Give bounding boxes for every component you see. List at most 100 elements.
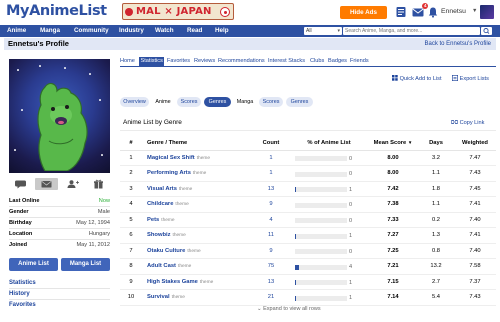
subtab-anime-scores[interactable]: Scores [177,97,201,107]
genre-cell: Pets theme [142,212,252,228]
search-button[interactable] [481,27,492,35]
tab-interest-stacks[interactable]: Interest Stacks [268,57,305,66]
mail-icon[interactable]: 4 [412,3,428,18]
days-cell: 2.7 [418,274,454,290]
genre-link[interactable]: Pets [147,217,159,223]
row-rank: 8 [120,258,142,275]
gift-icon[interactable] [87,178,110,190]
count-link[interactable]: 11 [268,232,274,238]
column-header-mean-score[interactable]: Mean Score ▼ [368,136,418,151]
copy-link-button[interactable]: Copy Link [450,119,484,126]
tab-clubs[interactable]: Clubs [310,57,324,66]
table-row: 5 Pets theme 4 0 7.33 0.2 7.40 [120,212,496,228]
sidebar-link-history[interactable]: History [9,291,30,297]
genre-link[interactable]: Otaku Culture [147,248,185,254]
site-logo[interactable]: MyAnimeList [6,3,107,19]
genre-type-tag: theme [178,186,193,192]
tab-statistics[interactable]: Statistics [139,57,165,66]
row-rank: 10 [120,289,142,306]
subtab-manga-genres[interactable]: Genres [286,97,313,107]
tab-favorites[interactable]: Favorites [167,57,190,66]
subtab-anime-genres[interactable]: Genres [204,97,231,107]
nav-item-industry[interactable]: Industry [119,25,144,37]
add-friend-icon[interactable] [61,178,84,190]
genre-link[interactable]: Survival [147,294,170,300]
subtab-manga-scores[interactable]: Scores [259,97,283,107]
nav-item-read[interactable]: Read [187,25,202,37]
search-scope-select[interactable]: All ▾ [304,27,342,35]
genre-link[interactable]: Childcare [147,201,173,207]
avatar[interactable] [480,5,494,19]
genre-type-tag: theme [175,202,189,208]
sidebar-link-favorites[interactable]: Favorites [9,302,36,308]
count-link[interactable]: 4 [269,217,272,223]
percent-bar-fill [295,295,297,301]
nav-item-community[interactable]: Community [74,25,109,37]
column-header-percent[interactable]: % of Anime List [290,136,368,151]
subtab-anime-header: Anime [152,97,174,107]
weighted-cell: 7.47 [454,150,496,166]
tabs-underline [120,66,496,67]
genre-link[interactable]: Adult Cast [147,263,176,269]
mail-icon[interactable] [35,178,58,190]
count-link[interactable]: 21 [268,294,274,300]
percent-cell: 4 [290,258,368,275]
days-cell: 0.2 [418,212,454,228]
tab-badges[interactable]: Badges [328,57,347,66]
count-link[interactable]: 13 [268,279,274,285]
weighted-cell: 7.45 [454,181,496,197]
column-header-days[interactable]: Days [418,136,454,151]
quick-add-button[interactable]: Quick Add to List [392,75,443,82]
genre-link[interactable]: Performing Arts [147,170,191,176]
sidebar-link-statistics[interactable]: Statistics [9,280,36,286]
expand-rows-button[interactable]: ⌄ Expand to view all rows [257,306,321,312]
column-header-genre[interactable]: Genre / Theme [142,136,252,151]
tab-home[interactable]: Home [120,57,135,66]
count-cell: 11 [252,227,290,244]
export-lists-button[interactable]: Export Lists [452,74,489,82]
genre-link[interactable]: Magical Sex Shift [147,155,195,161]
count-link[interactable]: 13 [268,186,274,192]
bell-icon[interactable] [427,6,439,18]
tab-friends[interactable]: Friends [350,57,369,66]
comment-icon[interactable] [9,178,32,190]
subtab-overview[interactable]: Overview [120,97,149,107]
count-link[interactable]: 9 [269,201,272,207]
count-link[interactable]: 75 [268,263,274,269]
days-cell: 0.8 [418,243,454,259]
search-input[interactable] [343,27,480,35]
anime-list-button[interactable]: Anime List [9,258,58,271]
genre-link[interactable]: Showbiz [147,232,171,238]
percent-bar-fill [295,187,297,192]
hide-ads-button[interactable]: Hide Ads [340,6,387,19]
back-to-profile-link[interactable]: Back to Ennetsu's Profile [424,38,491,50]
percent-bar [295,233,347,239]
tab-reviews[interactable]: Reviews [194,57,215,66]
genre-link[interactable]: High Stakes Game [147,279,198,285]
manga-list-button[interactable]: Manga List [61,258,110,271]
nav-item-help[interactable]: Help [215,25,229,37]
count-link[interactable]: 9 [269,248,272,254]
username[interactable]: Ennetsu [441,8,466,15]
percent-bar [295,280,347,285]
info-value: May 12, 1994 [76,220,110,226]
count-link[interactable]: 1 [269,170,272,176]
count-cell: 9 [252,243,290,259]
genre-link[interactable]: Visual Arts [147,186,177,192]
column-header-rank: # [120,136,142,151]
nav-item-anime[interactable]: Anime [7,25,26,37]
nav-item-watch[interactable]: Watch [155,25,174,37]
count-link[interactable]: 1 [269,155,272,161]
column-header-weighted[interactable]: Weighted [454,136,496,151]
expand-label: Expand to view all rows [263,306,321,312]
percent-bar [295,249,347,254]
table-row: 1 Magical Sex Shift theme 1 0 8.00 3.2 7.47 [120,150,496,166]
row-rank: 2 [120,165,142,182]
column-header-count[interactable]: Count [252,136,290,151]
genre-cell: Survival theme [142,289,252,306]
list-icon[interactable] [395,6,407,18]
tab-recommendations[interactable]: Recommendations [218,57,265,66]
chevron-down-icon[interactable]: ▼ [472,8,477,14]
nav-item-manga[interactable]: Manga [40,25,60,37]
mal-japan-banner[interactable]: MAL × JAPAN [122,3,234,20]
